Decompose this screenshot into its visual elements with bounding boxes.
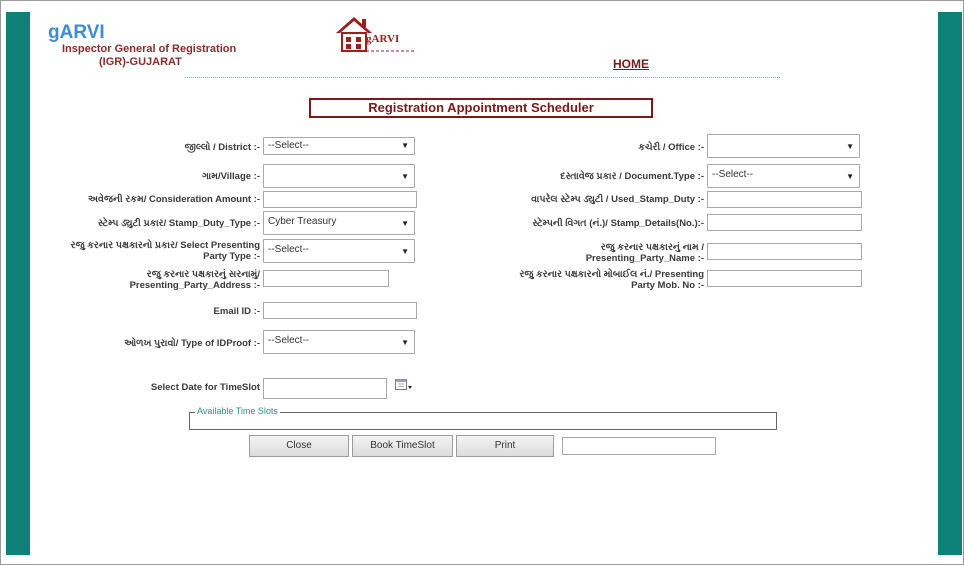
id-proof-label: ઓળખ પુરાવો/ Type of IDProof :- (124, 338, 260, 349)
date-input[interactable] (263, 378, 387, 399)
presenting-party-name-label: રજુ કરનાર પક્ષકારનું નામ / Presenting_Pa… (490, 242, 704, 264)
close-button[interactable]: Close (249, 435, 349, 457)
brand-name: gARVI (48, 22, 105, 43)
document-type-select-value: --Select-- (712, 169, 754, 180)
chevron-down-icon: ▼ (846, 172, 854, 181)
status-field[interactable] (562, 437, 716, 455)
chevron-down-icon: ▼ (401, 247, 409, 256)
presenting-party-mobile-label-line2: Party Mob. No :- (631, 280, 704, 291)
presenting-party-mobile-input[interactable] (707, 270, 862, 287)
calendar-icon[interactable] (395, 378, 413, 392)
available-time-slots-legend: Available Time Slots (195, 406, 280, 416)
village-label: ગામ/Village :- (201, 171, 260, 182)
stamp-duty-type-label: સ્ટેમ્પ ડ્યુટી પ્રકાર/ Stamp_Duty_Type :… (97, 218, 260, 229)
left-side-bar (6, 12, 30, 555)
id-proof-select-value: --Select-- (268, 335, 310, 346)
brand-subtitle: Inspector General of Registration (62, 43, 237, 55)
office-label: કચેરી / Office :- (638, 142, 704, 153)
office-select[interactable]: ▼ (707, 134, 860, 158)
chevron-down-icon: ▼ (401, 172, 409, 181)
home-link[interactable]: HOME (613, 57, 649, 71)
brand-region: (IGR)-GUJARAT (99, 56, 182, 68)
used-stamp-duty-input[interactable] (707, 191, 862, 208)
email-label: Email ID :- (213, 306, 260, 317)
used-stamp-duty-label: વાપરેલ સ્ટેમ્પ ડ્યુટી / Used_Stamp_Duty … (531, 194, 704, 205)
document-type-select[interactable]: --Select-- ▼ (707, 164, 860, 188)
chevron-down-icon: ▼ (401, 141, 409, 150)
chevron-down-icon: ▼ (401, 338, 409, 347)
stamp-details-input[interactable] (707, 214, 862, 231)
stamp-duty-type-select-value: Cyber Treasury (268, 216, 337, 227)
stamp-details-label: સ્ટેમ્પની વિગત (નં.)/ Stamp_Details(No.)… (532, 218, 704, 229)
date-label: Select Date for TimeSlot (150, 382, 260, 393)
consideration-amount-label: અવેજની રકમ/ Consideration Amount :- (88, 194, 260, 205)
email-input[interactable] (263, 302, 417, 319)
presenting-party-address-label-line2: Presenting_Party_Address :- (129, 280, 260, 291)
id-proof-select[interactable]: --Select-- ▼ (263, 330, 415, 354)
consideration-amount-input[interactable] (263, 191, 417, 208)
presenting-party-type-select[interactable]: --Select-- ▼ (263, 239, 415, 263)
header-divider (185, 77, 780, 78)
page-title: Registration Appointment Scheduler (309, 98, 653, 118)
logo-text: gARVI (366, 33, 400, 45)
presenting-party-type-label-line1: રજુ કરનાર પક્ષકારનો પ્રકાર/ Select Prese… (70, 240, 260, 251)
document-type-label: દસ્તાવેજ પ્રકાર / Document.Type :- (560, 171, 704, 182)
book-timeslot-button[interactable]: Book TimeSlot (352, 435, 453, 457)
chevron-down-icon: ▼ (401, 219, 409, 228)
stamp-duty-type-select[interactable]: Cyber Treasury ▼ (263, 211, 415, 235)
district-label: જીલ્લો / District :- (184, 142, 260, 153)
presenting-party-name-label-line1: રજુ કરનાર પક્ષકારનું નામ / (600, 242, 704, 253)
right-side-bar (938, 12, 962, 555)
presenting-party-address-label: રજુ કરનાર પક્ષકારનું સરનામું/ Presenting… (40, 269, 260, 291)
district-select-value: --Select-- (268, 140, 310, 151)
village-select[interactable]: ▼ (263, 164, 415, 188)
presenting-party-type-label: રજુ કરનાર પક્ષકારનો પ્રકાર/ Select Prese… (40, 240, 260, 262)
presenting-party-type-label-line2: Party Type :- (203, 251, 260, 262)
presenting-party-address-input[interactable] (263, 270, 389, 287)
print-button[interactable]: Print (456, 435, 554, 457)
presenting-party-mobile-label: રજુ કરનાર પક્ષકારનો મોબાઈલ નં./ Presenti… (470, 269, 705, 291)
presenting-party-mobile-label-line1: રજુ કરનાર પક્ષકારનો મોબાઈલ નં./ Presenti… (519, 269, 705, 280)
presenting-party-type-select-value: --Select-- (268, 244, 310, 255)
chevron-down-icon: ▼ (846, 142, 854, 151)
presenting-party-name-input[interactable] (707, 243, 862, 260)
district-select[interactable]: --Select-- ▼ (263, 137, 415, 155)
presenting-party-address-label-line1: રજુ કરનાર પક્ષકારનું સરનામું/ (146, 269, 260, 280)
presenting-party-name-label-line2: Presenting_Party_Name :- (585, 253, 704, 264)
